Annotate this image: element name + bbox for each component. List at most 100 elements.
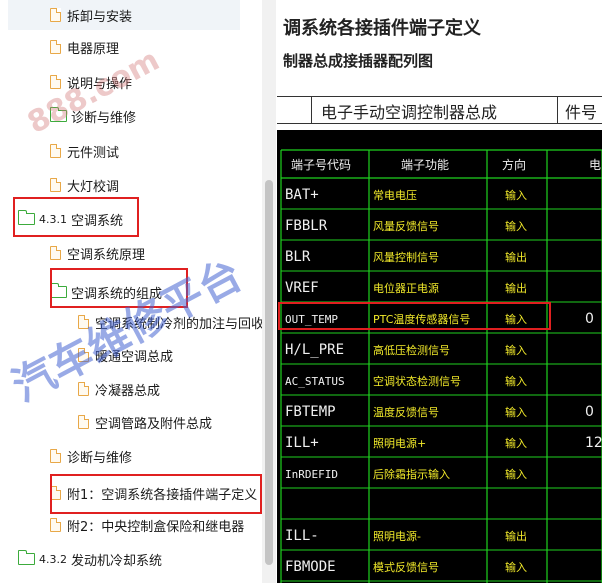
table-cell: 输入	[505, 467, 527, 481]
document-icon	[50, 40, 61, 54]
table-cell: AC_STATUS	[285, 375, 345, 388]
tree-item-label: 暖通空调总成	[95, 349, 174, 365]
tree-item-label: 说明与操作	[67, 76, 133, 92]
document-icon	[50, 178, 61, 192]
table-cell: H/L_PRE	[285, 342, 344, 358]
document-icon	[50, 8, 61, 22]
table-cell: ILL+	[285, 435, 319, 451]
header-divider	[557, 97, 558, 123]
tree-scrollbar-thumb[interactable]	[265, 180, 273, 565]
tree-item-label: 空调系统制冷剂的加注与回收	[95, 316, 262, 332]
table-cell: FBTEMP	[285, 404, 336, 420]
table-cell: 输入	[505, 219, 527, 233]
tree-item[interactable]: 暖通空调总成	[0, 340, 254, 370]
table-cell: VREF	[285, 280, 319, 296]
tree-item[interactable]: 4.3.1 空调系统	[0, 204, 254, 234]
tree-item-label: 附2：中央控制盒保险和继电器	[67, 519, 245, 535]
folder-open-icon	[49, 283, 67, 298]
tree-item[interactable]: 诊断与维修	[0, 441, 254, 471]
tree-item[interactable]: 附1：空调系统各接插件端子定义	[0, 478, 258, 508]
tree-item-number: 4.3.2	[39, 552, 67, 566]
document-icon	[50, 144, 61, 158]
table-header-cell: 端子功能	[401, 158, 449, 172]
table-cell: InRDEFID	[285, 468, 338, 481]
folder-icon	[17, 210, 35, 225]
tree-item-label: 冷凝器总成	[95, 383, 161, 399]
tree-item-label: 大灯校调	[67, 179, 120, 195]
navigation-tree: 拆卸与安装 电器原理 说明与操作 诊断与维修 元件测试 大灯校调 4.3.1 空调系统 空调系统…	[0, 0, 262, 583]
table-cell: 风量反馈信号	[373, 220, 439, 233]
table-cell: 0	[585, 404, 594, 420]
document-icon	[50, 246, 61, 260]
tree-item[interactable]: 元件测试	[0, 136, 254, 166]
assembly-label: 电子手动空调控制器总成	[321, 103, 498, 122]
folder-icon	[49, 107, 67, 122]
tree-item-label: 附1：空调系统各接插件端子定义	[67, 487, 258, 503]
table-cell: BLR	[285, 249, 311, 265]
table-cell: 空调状态检测信号	[373, 374, 461, 388]
document-title: 调系统各接插件端子定义	[283, 18, 481, 39]
tree-item-number: 4.3.1	[39, 212, 67, 226]
header-divider	[311, 97, 312, 123]
tree-item[interactable]: 拆卸与安装	[8, 0, 240, 30]
tree-item[interactable]: 空调系统原理	[0, 238, 254, 268]
table-cell: 输入	[505, 405, 527, 419]
table-cell: 后除霜指示输入	[373, 467, 450, 481]
table-cell: 模式反馈信号	[373, 561, 439, 574]
document-icon	[78, 415, 89, 429]
assembly-header-row: 电子手动空调控制器总成 件号	[277, 96, 602, 124]
document-icon	[50, 449, 61, 463]
table-cell: 照明电源-	[373, 529, 421, 543]
table-header-cell: 端子号代码	[291, 158, 351, 172]
table-header-cell: 电	[589, 158, 601, 172]
document-icon	[78, 348, 89, 362]
table-cell: 输出	[505, 529, 527, 543]
table-cell: 照明电源+	[373, 436, 426, 450]
connector-pin-table-drawing: 端子号代码 端子功能 方向电 BAT+ 常电电压 输入 FBBLR 风量反馈信号 输入 BLR 风量…	[277, 130, 602, 583]
table-cell: 12	[585, 435, 602, 451]
tree-item[interactable]: 附2：中央控制盒保险和继电器	[0, 510, 254, 540]
tree-item-label: 空调系统的组成	[71, 286, 163, 302]
document-icon	[78, 382, 89, 396]
table-cell: 输入	[505, 560, 527, 574]
tree-item[interactable]: 冷凝器总成	[0, 374, 254, 404]
table-cell: 0	[585, 311, 594, 327]
table-cell: 输入	[505, 374, 527, 388]
pin-table-svg: 端子号代码 端子功能 方向 电BAT+ 常电电压 输入FBBLR 风量反馈信号 输入BLR 风量…	[280, 149, 602, 583]
tree-item[interactable]: 电器原理	[0, 32, 254, 62]
document-subtitle: 制器总成接插器配列图	[283, 52, 434, 70]
tree-scrollbar[interactable]	[262, 0, 276, 583]
table-cell: 输入	[505, 436, 527, 450]
table-cell: 温度反馈信号	[373, 405, 439, 419]
table-cell: 电位器正电源	[373, 281, 439, 295]
tree-item-label: 空调管路及附件总成	[95, 416, 213, 432]
table-cell: 输出	[505, 250, 527, 264]
table-header-cell: 方向	[502, 157, 526, 172]
table-cell: ILL-	[285, 528, 319, 544]
tree-item-label: 拆卸与安装	[67, 9, 133, 25]
tree-item[interactable]: 空调系统制冷剂的加注与回收	[0, 307, 262, 337]
tree-item[interactable]: 空调管路及附件总成	[0, 407, 254, 437]
table-cell: BAT+	[285, 187, 319, 203]
document-pane: 调系统各接插件端子定义 制器总成接插器配列图 电子手动空调控制器总成 件号 端子…	[277, 0, 602, 583]
table-cell: 高低压检测信号	[373, 343, 450, 357]
tree-item-label: 空调系统	[71, 213, 124, 229]
table-cell: PTC温度传感器信号	[373, 312, 470, 326]
part-number-label: 件号	[565, 103, 598, 122]
table-cell: FBBLR	[285, 218, 328, 234]
tree-item-label: 电器原理	[67, 41, 120, 57]
tree-item[interactable]: 大灯校调	[0, 170, 254, 200]
table-cell: 输入	[505, 312, 527, 326]
tree-item-label: 诊断与维修	[67, 450, 133, 466]
document-icon	[50, 75, 61, 89]
tree-item[interactable]: 空调系统的组成	[0, 277, 254, 307]
tree-item[interactable]: 诊断与维修	[0, 101, 254, 131]
document-icon	[78, 315, 89, 329]
tree-item-label: 诊断与维修	[71, 110, 137, 126]
tree-item[interactable]: 4.3.2 发动机冷却系统	[0, 544, 254, 574]
tree-item-label: 空调系统原理	[67, 247, 146, 263]
tree-item[interactable]: 说明与操作	[0, 67, 254, 97]
document-icon	[50, 486, 61, 500]
table-cell: OUT_TEMP	[285, 313, 338, 326]
tree-item-label: 元件测试	[67, 145, 120, 161]
